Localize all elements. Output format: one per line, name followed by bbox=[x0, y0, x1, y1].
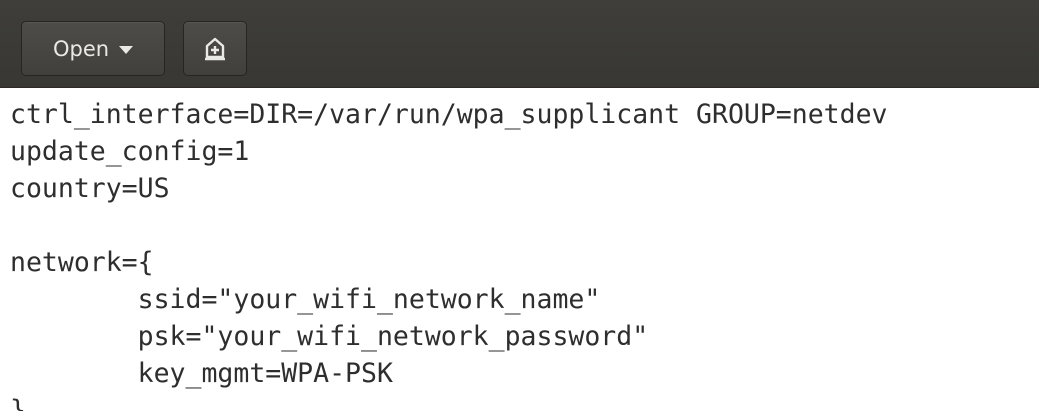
code-line: key_mgmt=WPA-PSK bbox=[10, 358, 393, 389]
code-line: } bbox=[10, 395, 26, 411]
code-line: ctrl_interface=DIR=/var/run/wpa_supplica… bbox=[10, 99, 888, 130]
new-document-button[interactable] bbox=[183, 21, 247, 76]
open-button-label: Open bbox=[52, 36, 110, 61]
text-editor-window: Open ctrl_interface=DIR=/var/run/wpa_sup… bbox=[0, 0, 1039, 411]
header-toolbar: Open bbox=[0, 0, 1039, 88]
editor-text-area[interactable]: ctrl_interface=DIR=/var/run/wpa_supplica… bbox=[0, 88, 1039, 411]
open-button[interactable]: Open bbox=[21, 21, 165, 76]
code-line: update_config=1 bbox=[10, 136, 250, 167]
triangle-down-icon bbox=[119, 45, 134, 54]
code-content: ctrl_interface=DIR=/var/run/wpa_supplica… bbox=[0, 88, 1039, 411]
code-line: psk="your_wifi_network_password" bbox=[10, 321, 649, 352]
code-line: network={ bbox=[10, 247, 154, 278]
code-line: ssid="your_wifi_network_name" bbox=[10, 284, 601, 315]
code-line: country=US bbox=[10, 173, 170, 204]
document-new-icon bbox=[205, 37, 225, 60]
